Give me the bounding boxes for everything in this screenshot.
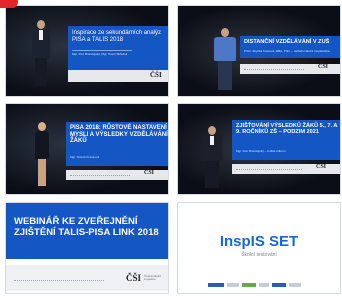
partner-logos [208,283,301,287]
csi-logo: ČŠI [318,64,329,70]
presenter-figure [212,28,238,90]
video-thumbnail-distancni-zus[interactable]: DISTANČNÍ VZDĚLÁVÁNÍ V ZUŠ PhDr. Zbyňka … [177,5,341,97]
presenter-figure [200,126,224,188]
slide-subtitle: Mgr. Tereza Krausová [70,155,100,159]
presenter-figure [30,20,52,86]
csi-logo-subtitle: Česká školní inspekce [144,274,162,282]
csi-logo: ČŠI [144,170,155,176]
video-thumbnail-inspis-set[interactable]: InspIS SET Školní testování [177,202,341,294]
slide-title: InspIS SET [219,233,299,250]
slide-title: DISTANČNÍ VZDĚLÁVÁNÍ V ZUŠ [244,39,330,45]
presenter-figure [32,122,52,186]
slide-subtitle: PhDr. Zbyňka Koutová, MBA, PhD. – ústřed… [244,49,330,53]
slide-title: ZJIŠŤOVÁNÍ VÝSLEDKŮ ŽÁKŮ 5., 7. A 9. ROČ… [236,123,338,136]
slide-subtitle: Mgr. Petr Brandejský, Mgr. Pavel Skřeček [72,52,128,56]
csi-logo: ČŠI [316,164,327,170]
slide-subtitle: Školní testování [241,252,277,258]
csi-logo: ČŠI [126,273,142,283]
video-thumbnail-webinar-talis-pisa[interactable]: WEBINÁŘ KE ZVEŘEJNĚNÍ ZJIŠTĚNÍ TALIS-PIS… [5,202,169,294]
slide-title: WEBINÁŘ KE ZVEŘEJNĚNÍ ZJIŠTĚNÍ TALIS-PIS… [14,216,159,239]
video-thumbnail-zjistovani-vysledku[interactable]: ZJIŠŤOVÁNÍ VÝSLEDKŮ ŽÁKŮ 5., 7. A 9. ROČ… [177,103,341,195]
video-thumbnail-pisa-rustove[interactable]: PISA 2018: RŮSTOVÉ NASTAVENÍ MYSLI A VÝS… [5,103,169,195]
video-thumbnail-pisa-talis[interactable]: Inspirace ze sekundárních analýz PISA a … [5,5,169,97]
slide-title: PISA 2018: RŮSTOVÉ NASTAVENÍ MYSLI A VÝS… [70,125,168,145]
notification-badge [0,0,18,8]
slide-title: Inspirace ze sekundárních analýz PISA a … [72,30,162,43]
slide-subtitle: Mgr. Petr Brandejský – ředitel odboru [236,149,286,153]
csi-logo: ČŠI [150,71,162,79]
